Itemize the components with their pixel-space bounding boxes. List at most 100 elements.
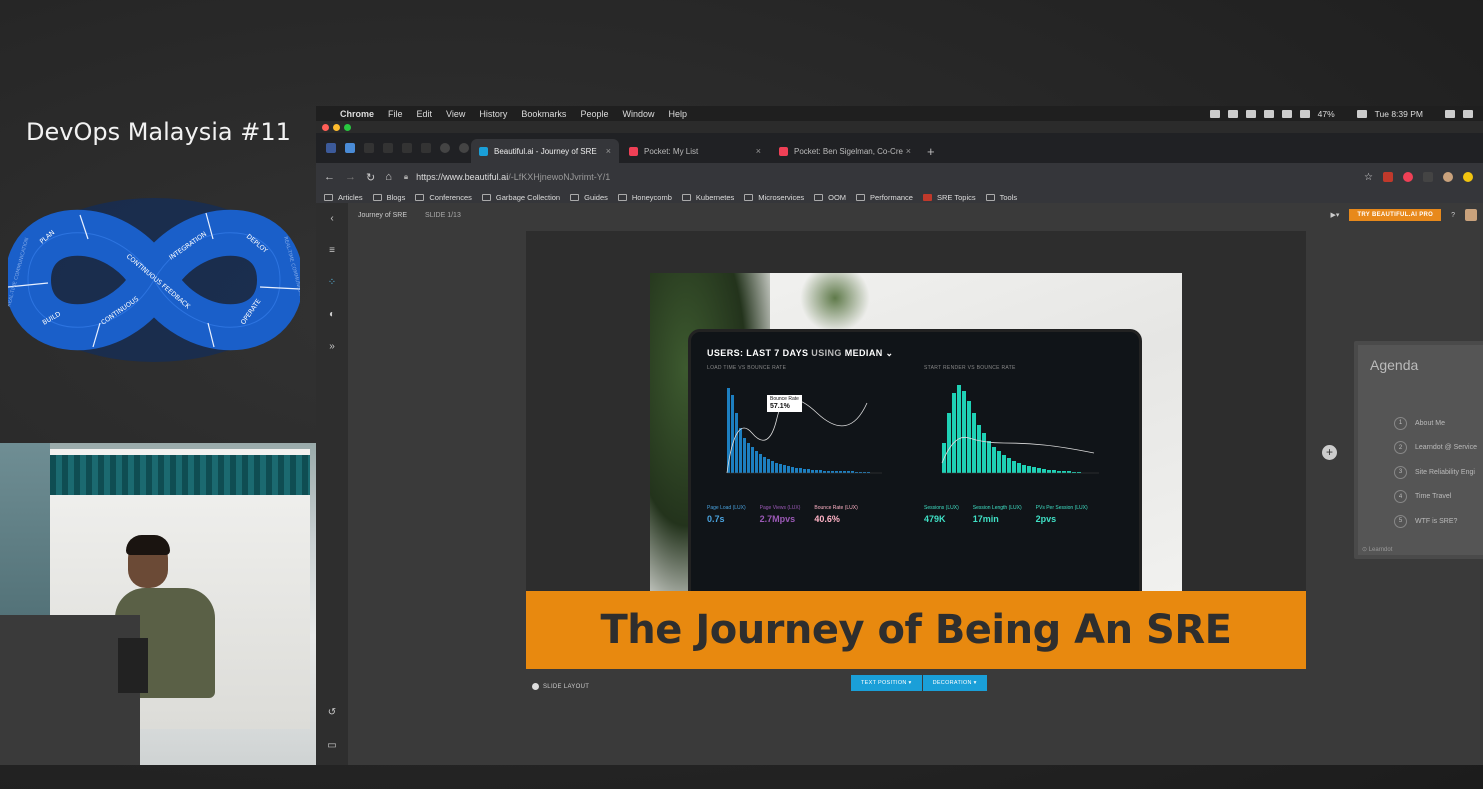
menu-view[interactable]: View xyxy=(446,109,465,119)
folder-icon xyxy=(814,193,824,201)
photo-laptop-dashboard: USERS: LAST 7 DAYS USING MEDIAN ⌄ LOAD T… xyxy=(688,329,1142,591)
close-window-button[interactable] xyxy=(322,124,329,131)
spotlight-icon[interactable] xyxy=(1445,109,1455,118)
folder-icon xyxy=(372,193,382,201)
menu-people[interactable]: People xyxy=(580,109,608,119)
dropbox-icon[interactable] xyxy=(1245,109,1256,118)
metric-page-load: Page Load (LUX) 0.7s xyxy=(707,505,746,524)
shared-screen: Chrome File Edit View History Bookmarks … xyxy=(316,106,1483,765)
pinned-tab-icon[interactable] xyxy=(364,143,374,153)
theme-dots-icon[interactable]: ⁘ xyxy=(328,277,336,288)
url-field[interactable]: 🔒︎ https://www.beautiful.ai/-LfKXHjnewoN… xyxy=(404,167,1364,187)
reload-icon[interactable]: ↻ xyxy=(366,171,375,184)
menu-history[interactable]: History xyxy=(479,109,507,119)
back-arrow-icon[interactable]: ← xyxy=(324,171,335,184)
extension-icon[interactable] xyxy=(1463,172,1473,182)
bookmark-folder[interactable]: Garbage Collection xyxy=(481,193,560,202)
text-position-button[interactable]: TEXT POSITION ▾ xyxy=(851,675,922,691)
pocket-extension-icon[interactable] xyxy=(1403,172,1413,182)
menu-bookmarks[interactable]: Bookmarks xyxy=(521,109,566,119)
bookmark-link[interactable]: SRE Topics xyxy=(922,193,976,202)
wall-panels xyxy=(20,455,310,495)
deck-name[interactable]: Journey of SRE xyxy=(358,212,407,219)
play-icon[interactable]: ▶︎▾ xyxy=(1331,211,1340,219)
bluetooth-icon[interactable] xyxy=(1263,109,1274,118)
word-icon[interactable] xyxy=(1209,109,1220,118)
decoration-button[interactable]: DECORATION ▾ xyxy=(922,675,987,691)
slide-layout-button[interactable]: SLIDE LAYOUT xyxy=(532,683,589,690)
back-chevron-icon[interactable]: ‹ xyxy=(330,213,333,224)
pinned-tab-icon[interactable] xyxy=(421,143,431,153)
notification-center-icon[interactable] xyxy=(1463,109,1473,118)
folder-icon xyxy=(681,193,691,201)
pinned-tab-icon[interactable] xyxy=(402,143,412,153)
add-slide-button[interactable]: + xyxy=(1322,445,1337,460)
speaker-camera-feed xyxy=(0,443,316,765)
bookmark-star-icon[interactable]: ☆ xyxy=(1364,172,1373,183)
pinned-tab-icon[interactable] xyxy=(383,143,393,153)
home-icon[interactable]: ⌂ xyxy=(385,171,392,184)
dashboard-metrics: Page Load (LUX) 0.7s Page Views (LUX) 2.… xyxy=(707,505,1123,524)
volume-icon[interactable] xyxy=(1299,109,1310,118)
menu-edit[interactable]: Edit xyxy=(417,109,433,119)
menu-app-name[interactable]: Chrome xyxy=(340,109,374,119)
slide-title-banner[interactable]: The Journey of Being An SRE xyxy=(526,591,1306,669)
slide-canvas[interactable]: USERS: LAST 7 DAYS USING MEDIAN ⌄ LOAD T… xyxy=(526,231,1306,669)
slide-title[interactable]: The Journey of Being An SRE xyxy=(601,607,1232,653)
profile-avatar-icon[interactable] xyxy=(1443,172,1453,182)
bookmark-folder[interactable]: Conferences xyxy=(415,193,472,202)
menu-help[interactable]: Help xyxy=(668,109,687,119)
help-icon[interactable]: ? xyxy=(1451,212,1455,219)
metric-session-length: Session Length (LUX) 17min xyxy=(972,505,1022,524)
forward-arrow-icon[interactable]: → xyxy=(345,171,356,184)
try-pro-button[interactable]: TRY BEAUTIFUL.AI PRO xyxy=(1349,209,1442,221)
bookmark-folder[interactable]: Articles xyxy=(324,193,363,202)
close-tab-icon[interactable]: × xyxy=(606,146,611,156)
bookmark-folder[interactable]: Honeycomb xyxy=(617,193,672,202)
palette-icon[interactable]: ◐ xyxy=(329,309,335,320)
minimize-window-button[interactable] xyxy=(333,124,340,131)
beautiful-ai-favicon-icon xyxy=(479,146,488,156)
bookmark-folder[interactable]: OOM xyxy=(814,193,846,202)
wifi-icon[interactable] xyxy=(1281,109,1292,118)
agenda-item: 4 Time Travel xyxy=(1394,485,1477,510)
bookmark-folder[interactable]: Blogs xyxy=(372,193,405,202)
extension-icon[interactable] xyxy=(1383,172,1393,182)
menu-file[interactable]: File xyxy=(388,109,403,119)
agenda-title: Agenda xyxy=(1370,357,1419,373)
slide-photo[interactable]: USERS: LAST 7 DAYS USING MEDIAN ⌄ LOAD T… xyxy=(650,273,1182,591)
bookmark-folder[interactable]: Performance xyxy=(856,193,913,202)
tab-beautiful-ai[interactable]: Beautiful.ai - Journey of SRE × xyxy=(471,139,619,163)
bookmark-folder[interactable]: Microservices xyxy=(744,193,804,202)
comments-icon[interactable]: ▭ xyxy=(327,740,336,751)
bookmark-folder[interactable]: Tools xyxy=(985,193,1017,202)
menubar-clock[interactable]: Tue 8:39 PM xyxy=(1375,109,1423,119)
pinned-tab-icon[interactable] xyxy=(345,143,355,153)
tab-pocket-ben[interactable]: Pocket: Ben Sigelman, Co-Cre × xyxy=(771,139,919,163)
user-avatar[interactable] xyxy=(1465,209,1477,221)
bookmark-folder[interactable]: Kubernetes xyxy=(681,193,734,202)
pinned-tab-icon[interactable] xyxy=(440,143,450,153)
menu-hamburger-icon[interactable]: ≡ xyxy=(329,245,335,256)
learndot-footer: ⊙ Learndot xyxy=(1362,547,1393,553)
pocket-favicon-icon xyxy=(629,146,638,156)
bookmark-folder[interactable]: Guides xyxy=(570,193,608,202)
close-tab-icon[interactable]: × xyxy=(756,146,761,156)
next-slide-preview[interactable]: Agenda 1 About Me 2 Learndot @ Service 3 Si… xyxy=(1354,341,1483,559)
battery-percent[interactable]: 47% xyxy=(1318,109,1335,119)
menu-window[interactable]: Window xyxy=(622,109,654,119)
chart-tooltip: Bounce Rate 57.1% xyxy=(767,395,802,413)
history-icon[interactable]: ↺ xyxy=(328,707,336,718)
maximize-window-button[interactable] xyxy=(344,124,351,131)
play-fast-forward-icon[interactable]: » xyxy=(329,341,335,352)
calendar-icon[interactable] xyxy=(1227,109,1238,118)
pinned-tab-icon[interactable] xyxy=(326,143,336,153)
folder-icon xyxy=(415,193,425,201)
close-tab-icon[interactable]: × xyxy=(906,146,911,156)
speaker-laptop xyxy=(118,638,148,693)
new-tab-button[interactable]: + xyxy=(927,139,935,163)
tab-pocket-list[interactable]: Pocket: My List × xyxy=(621,139,769,163)
extension-icon[interactable] xyxy=(1423,172,1433,182)
pinned-tab-icon[interactable] xyxy=(459,143,469,153)
window-controls xyxy=(322,124,351,131)
